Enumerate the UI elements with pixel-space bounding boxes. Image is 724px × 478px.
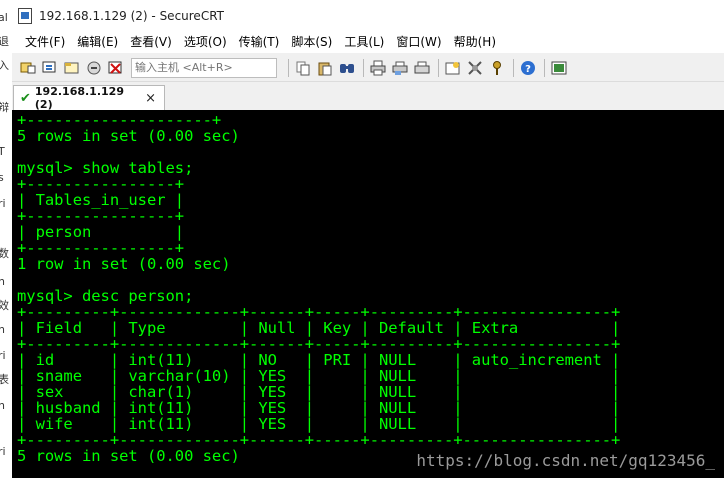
toolbar-separator: [544, 58, 545, 77]
keymap-icon[interactable]: [488, 59, 506, 77]
connect-in-tab-icon[interactable]: [63, 59, 81, 77]
find-icon[interactable]: [338, 59, 356, 77]
tab-session[interactable]: ✔ 192.168.1.129 (2) ×: [13, 85, 165, 111]
terminal-line: mysql> desc person;: [17, 287, 194, 305]
help-icon[interactable]: ?: [519, 59, 537, 77]
left-fragment: h: [0, 323, 5, 336]
reconnect-icon[interactable]: [85, 59, 103, 77]
menu-transfer[interactable]: 传输(T): [233, 32, 286, 52]
left-fragment: ri: [0, 445, 6, 458]
print-icon[interactable]: [369, 59, 387, 77]
session-tab-bar: ✔ 192.168.1.129 (2) ×: [9, 83, 724, 111]
left-fragment: 表: [0, 373, 9, 386]
terminal-line: | Tables_in_user |: [17, 191, 185, 209]
left-fragment: T: [0, 145, 5, 158]
title-bar[interactable]: 192.168.1.129 (2) - SecureCRT: [9, 0, 724, 31]
menu-help[interactable]: 帮助(H): [448, 32, 502, 52]
left-fragment: ri: [0, 349, 6, 362]
window-title: 192.168.1.129 (2) - SecureCRT: [39, 8, 224, 23]
terminal-line: +--------------------+: [17, 111, 222, 129]
left-fragment: al: [0, 11, 8, 24]
svg-text:?: ?: [525, 64, 531, 75]
print-selection-icon[interactable]: [391, 59, 409, 77]
background-window-edge: al 退 入 辩 T s ri 数 h 效 h ri 表 h ri: [0, 0, 12, 478]
terminal-line: +----------------+: [17, 207, 185, 225]
menu-window[interactable]: 窗口(W): [390, 32, 447, 52]
close-tab-icon[interactable]: ×: [145, 91, 156, 106]
connect-icon[interactable]: [19, 59, 37, 77]
left-fragment: 退: [0, 35, 9, 48]
terminal-line: | sex | char(1) | YES | | NULL | |: [17, 383, 621, 401]
quick-connect-icon[interactable]: [41, 59, 59, 77]
sftp-icon[interactable]: [550, 59, 568, 77]
menu-view[interactable]: 查看(V): [124, 32, 178, 52]
disconnect-icon[interactable]: [107, 59, 125, 77]
terminal-line: | Field | Type | Null | Key | Default | …: [17, 319, 621, 337]
terminal-line: | husband | int(11) | YES | | NULL | |: [17, 399, 621, 417]
terminal-area[interactable]: +--------------------+ 5 rows in set (0.…: [9, 110, 724, 478]
terminal-line: | wife | int(11) | YES | | NULL | |: [17, 415, 621, 433]
copy-icon[interactable]: [294, 59, 312, 77]
terminal-line: mysql> show tables;: [17, 159, 194, 177]
toolbar-separator: [363, 58, 364, 77]
left-fragment: ri: [0, 197, 6, 210]
left-fragment: 效: [0, 299, 9, 312]
menu-edit[interactable]: 编辑(E): [71, 32, 124, 52]
menu-bar: 文件(F) 编辑(E) 查看(V) 选项(O) 传输(T) 脚本(S) 工具(L…: [9, 31, 724, 53]
print-setup-icon[interactable]: [413, 59, 431, 77]
toolbar-separator: [288, 58, 289, 77]
left-fragment: 入: [0, 59, 9, 72]
terminal-line: +---------+-------------+------+-----+--…: [17, 431, 621, 449]
left-fragment: h: [0, 399, 5, 412]
paste-icon[interactable]: [316, 59, 334, 77]
toolbar-separator: [513, 58, 514, 77]
terminal-line: 1 row in set (0.00 sec): [17, 255, 231, 273]
terminal-line: | sname | varchar(10) | YES | | NULL | |: [17, 367, 621, 385]
terminal-line: +----------------+: [17, 239, 185, 257]
blog-watermark: https://blog.csdn.net/gq123456_: [416, 451, 715, 470]
left-fragment: 数: [0, 247, 9, 260]
terminal-line: | id | int(11) | NO | PRI | NULL | auto_…: [17, 351, 621, 369]
menu-script[interactable]: 脚本(S): [285, 32, 338, 52]
menu-file[interactable]: 文件(F): [19, 32, 71, 52]
left-fragment: s: [0, 171, 4, 184]
securecrt-window: 192.168.1.129 (2) - SecureCRT 文件(F) 编辑(E…: [8, 0, 724, 478]
quick-connect-input[interactable]: [131, 57, 277, 78]
securecrt-app-icon: [18, 7, 32, 24]
left-fragment: h: [0, 275, 5, 288]
menu-tools[interactable]: 工具(L): [338, 32, 390, 52]
terminal-line: | person |: [17, 223, 185, 241]
connected-check-icon: ✔: [20, 90, 31, 106]
terminal-line: +----------------+: [17, 175, 185, 193]
terminal-line: 5 rows in set (0.00 sec): [17, 127, 240, 145]
terminal-line: +---------+-------------+------+-----+--…: [17, 303, 621, 321]
terminal-line: +---------+-------------+------+-----+--…: [17, 335, 621, 353]
session-options-icon[interactable]: [444, 59, 462, 77]
tab-label: 192.168.1.129 (2): [34, 85, 124, 111]
toolbar-separator: [438, 58, 439, 77]
left-fragment: 辩: [0, 101, 9, 114]
global-options-icon[interactable]: [466, 59, 484, 77]
toolbar: ?: [9, 54, 724, 82]
terminal-line: 5 rows in set (0.00 sec): [17, 447, 240, 465]
menu-options[interactable]: 选项(O): [178, 32, 233, 52]
